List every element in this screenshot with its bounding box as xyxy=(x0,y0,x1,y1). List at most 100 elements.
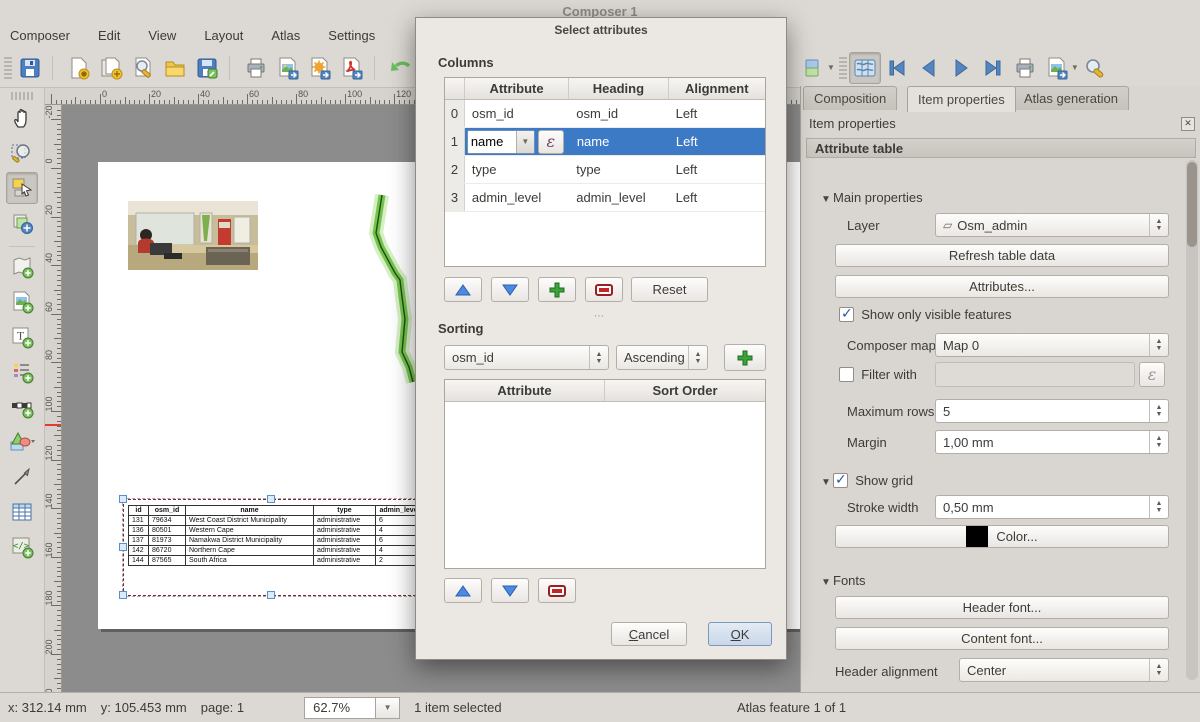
scrollbar-thumb[interactable] xyxy=(1187,162,1197,247)
columns-table-row[interactable]: 1▼εnameLeft xyxy=(445,128,765,156)
resize-handle[interactable] xyxy=(267,495,275,503)
tab-atlas-generation[interactable]: Atlas generation xyxy=(1013,86,1129,110)
sort-remove-button[interactable] xyxy=(538,578,576,603)
layer-combo[interactable]: ▱Osm_admin▲▼ xyxy=(935,213,1169,237)
add-image-button[interactable] xyxy=(6,286,38,318)
margin-spinbox[interactable]: 1,00 mm▲▼ xyxy=(935,430,1169,454)
save-as-template-button[interactable] xyxy=(191,52,223,84)
add-shape-button[interactable] xyxy=(6,426,38,458)
attribute-edit-combo[interactable]: ▼ xyxy=(467,130,535,154)
composer-map-combo[interactable]: Map 0▲▼ xyxy=(935,333,1169,357)
ok-button[interactable]: OK xyxy=(708,622,772,646)
menu-atlas[interactable]: Atlas xyxy=(271,28,300,43)
stroke-width-spinbox[interactable]: 0,50 mm▲▼ xyxy=(935,495,1169,519)
picture-item[interactable] xyxy=(128,201,258,270)
print-atlas-button[interactable] xyxy=(1009,52,1041,84)
toolbar-handle[interactable] xyxy=(4,57,12,79)
group-show-grid[interactable]: Show grid xyxy=(855,473,913,488)
column-move-down-button[interactable] xyxy=(491,277,529,302)
undo-button[interactable] xyxy=(385,52,417,84)
add-attribute-table-button[interactable] xyxy=(6,496,38,528)
chevron-down-icon[interactable]: ▼ xyxy=(376,697,400,719)
zoom-button[interactable] xyxy=(6,137,38,169)
spin-arrows-icon[interactable]: ▲▼ xyxy=(1149,431,1168,453)
export-atlas-dropdown[interactable]: ▼ xyxy=(1071,63,1079,72)
attribute-edit-input[interactable] xyxy=(468,131,516,153)
atlas-next-feature-button[interactable] xyxy=(945,52,977,84)
add-arrow-button[interactable] xyxy=(6,461,38,493)
toolbar-handle[interactable] xyxy=(11,92,33,100)
sort-order-combo[interactable]: Ascending▲▼ xyxy=(616,345,708,370)
chevron-down-icon[interactable]: ▼ xyxy=(516,131,534,153)
atlas-first-feature-button[interactable] xyxy=(881,52,913,84)
composer-manager-button[interactable] xyxy=(127,52,159,84)
raise-items-button[interactable] xyxy=(797,52,829,84)
spin-arrows-icon[interactable]: ▲▼ xyxy=(1149,659,1168,681)
column-move-up-button[interactable] xyxy=(444,277,482,302)
show-visible-checkbox[interactable] xyxy=(839,307,854,322)
column-add-button[interactable] xyxy=(538,277,576,302)
sorting-table-header[interactable]: Attribute Sort Order xyxy=(445,380,765,402)
cell-heading[interactable]: name xyxy=(570,128,669,155)
group-main-properties[interactable]: Main properties xyxy=(833,190,923,205)
cell-alignment[interactable]: Left xyxy=(669,100,765,127)
print-button[interactable] xyxy=(240,52,272,84)
pan-button[interactable] xyxy=(6,102,38,134)
add-label-button[interactable]: T xyxy=(6,321,38,353)
maximum-rows-spinbox[interactable]: 5▲▼ xyxy=(935,399,1169,423)
select-move-item-button[interactable] xyxy=(6,172,38,204)
tab-composition[interactable]: Composition xyxy=(803,86,897,110)
cell-attribute[interactable]: type xyxy=(465,156,569,183)
grid-color-button[interactable]: Color... xyxy=(835,525,1169,548)
export-svg-button[interactable] xyxy=(304,52,336,84)
cell-alignment[interactable]: Left xyxy=(669,184,765,211)
atlas-preview-button[interactable] xyxy=(849,52,881,84)
cell-attribute[interactable]: admin_level xyxy=(465,184,569,211)
cell-alignment[interactable]: Left xyxy=(669,156,765,183)
cell-heading[interactable]: type xyxy=(569,156,668,183)
add-html-button[interactable]: </> xyxy=(6,531,38,563)
columns-table-row[interactable]: 3admin_leveladmin_levelLeft xyxy=(445,184,765,212)
zoom-combo[interactable]: 62.7% ▼ xyxy=(304,697,400,719)
column-remove-button[interactable] xyxy=(585,277,623,302)
spin-arrows-icon[interactable]: ▲▼ xyxy=(1149,214,1168,236)
resize-handle[interactable] xyxy=(119,543,127,551)
sorting-table[interactable]: Attribute Sort Order xyxy=(444,379,766,569)
sort-move-down-button[interactable] xyxy=(491,578,529,603)
add-new-map-button[interactable] xyxy=(6,251,38,283)
cancel-button[interactable]: Cancel xyxy=(611,622,687,646)
columns-table-row[interactable]: 0osm_idosm_idLeft xyxy=(445,100,765,128)
new-composition-button[interactable] xyxy=(63,52,95,84)
columns-table-row[interactable]: 2typetypeLeft xyxy=(445,156,765,184)
duplicate-composition-button[interactable] xyxy=(95,52,127,84)
menu-settings[interactable]: Settings xyxy=(328,28,375,43)
cell-heading[interactable]: osm_id xyxy=(569,100,668,127)
reset-button[interactable]: Reset xyxy=(631,277,708,302)
chevron-down-icon[interactable]: ▼ xyxy=(821,194,833,205)
close-icon[interactable]: ✕ xyxy=(1181,117,1195,131)
refresh-table-data-button[interactable]: Refresh table data xyxy=(835,244,1169,267)
zoom-value[interactable]: 62.7% xyxy=(304,697,376,719)
panel-scrollbar[interactable] xyxy=(1186,160,1198,680)
spin-arrows-icon[interactable]: ▲▼ xyxy=(688,346,707,369)
spin-arrows-icon[interactable]: ▲▼ xyxy=(1149,334,1168,356)
spin-arrows-icon[interactable]: ▲▼ xyxy=(589,346,608,369)
cell-heading[interactable]: admin_level xyxy=(569,184,668,211)
attributes-button[interactable]: Attributes... xyxy=(835,275,1169,298)
cell-alignment[interactable]: Left xyxy=(669,128,765,155)
splitter-handle[interactable]: ⋯ xyxy=(594,311,606,322)
menu-edit[interactable]: Edit xyxy=(98,28,120,43)
add-scalebar-button[interactable] xyxy=(6,391,38,423)
columns-table[interactable]: Attribute Heading Alignment 0osm_idosm_i… xyxy=(444,77,766,267)
columns-table-header[interactable]: Attribute Heading Alignment xyxy=(445,78,765,100)
spin-arrows-icon[interactable]: ▲▼ xyxy=(1149,400,1168,422)
menu-view[interactable]: View xyxy=(148,28,176,43)
resize-handle[interactable] xyxy=(119,591,127,599)
chevron-down-icon[interactable]: ▼ xyxy=(821,577,833,588)
move-item-content-button[interactable] xyxy=(6,207,38,239)
raise-items-dropdown[interactable]: ▼ xyxy=(827,63,835,72)
atlas-last-feature-button[interactable] xyxy=(977,52,1009,84)
save-button[interactable] xyxy=(14,52,46,84)
resize-handle[interactable] xyxy=(119,495,127,503)
content-font-button[interactable]: Content font... xyxy=(835,627,1169,650)
